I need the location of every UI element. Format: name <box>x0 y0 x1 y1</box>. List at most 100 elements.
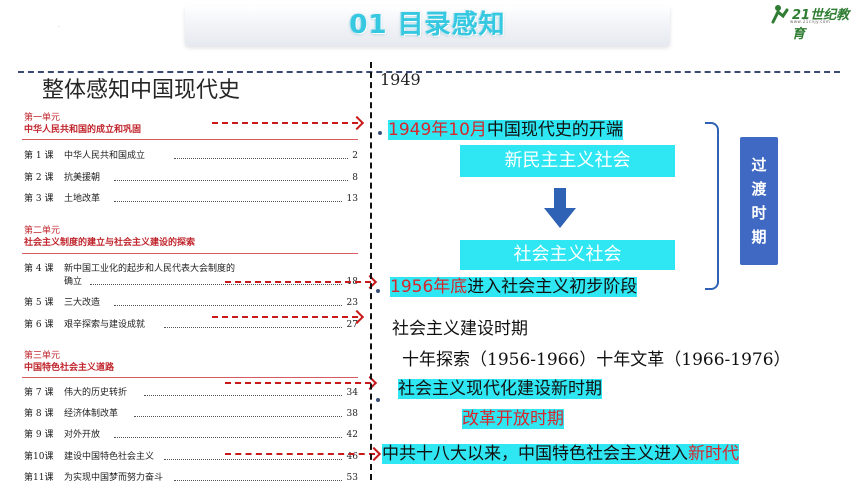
toc-lesson-1: 第 1 课 中华人民共和国成立 2 <box>24 150 358 162</box>
lesson-title: 为实现中国梦而努力奋斗 <box>64 473 164 483</box>
new-era-text: 中共十八大以来，中国特色社会主义进入 <box>382 444 688 464</box>
leader-dots <box>174 480 342 481</box>
toc-lesson-3: 第 3 课 土地改革 13 <box>24 193 358 205</box>
timeline-node <box>378 131 382 135</box>
section-title: 01 目录感知 <box>349 10 506 40</box>
lesson-title: 新中国工业化的起步和人民代表大会制度的 <box>64 264 236 274</box>
construction-period: 社会主义建设时期 <box>392 319 528 339</box>
leader-dots <box>114 201 342 202</box>
transition-bracket <box>705 122 719 290</box>
new-era: 中共十八大以来，中国特色社会主义进入新时代 <box>382 442 739 466</box>
toc-lesson-4: 第 4 课 新中国工业化的起步和人民代表大会制度的 <box>24 263 358 275</box>
toc-title: 整体感知中国现代史 <box>42 78 241 103</box>
period-char: 过 <box>751 156 767 174</box>
leader-dots <box>114 305 342 306</box>
arrowhead-icon <box>349 115 365 131</box>
transition-period-box: 过 渡 时 期 <box>740 137 778 265</box>
new-era-highlight: 新时代 <box>688 444 739 464</box>
leader-dots <box>144 395 342 396</box>
connector-arrow-4 <box>225 375 378 391</box>
unit-name: 中国特色社会主义道路 <box>24 363 115 373</box>
unit-2-heading: 第二单元 社会主义制度的建立与社会主义建设的探索 <box>24 225 195 249</box>
lesson-page: 8 <box>352 173 358 183</box>
toc-lesson-8: 第 8 课 经济体制改革 38 <box>24 408 358 420</box>
lesson-title: 土地改革 <box>64 194 101 204</box>
leader-dots <box>114 437 342 438</box>
unit-label: 第一单元 <box>24 113 61 123</box>
unit-3-heading: 第三单元 中国特色社会主义道路 <box>24 350 114 374</box>
lesson-number: 第 6 课 <box>24 320 54 330</box>
lesson-number: 第 8 课 <box>24 409 54 419</box>
leader-dots <box>90 284 342 285</box>
socialist-society-box: 社会主义社会 <box>460 240 675 270</box>
unit-1-heading: 第一单元 中华人民共和国的成立和巩固 <box>24 112 141 136</box>
lesson-title-cont: 确立 <box>64 277 83 287</box>
lesson-number: 第 9 课 <box>24 430 54 440</box>
lesson-page: 2 <box>352 151 358 161</box>
unit-label: 第三单元 <box>24 351 61 361</box>
lesson-number: 第 2 课 <box>24 173 54 183</box>
period-char: 时 <box>751 204 767 222</box>
modernization-text: 社会主义现代化建设新时期 <box>398 379 602 399</box>
toc-lesson-11: 第11课 为实现中国梦而努力奋斗 53 <box>24 472 358 484</box>
unit-name: 社会主义制度的建立与社会主义建设的探索 <box>24 238 196 248</box>
lesson-page: 34 <box>346 388 358 398</box>
lesson-number: 第 5 课 <box>24 298 54 308</box>
lesson-title: 中华人民共和国成立 <box>64 151 146 161</box>
unit-divider <box>22 139 358 140</box>
lesson-number: 第10课 <box>24 452 54 462</box>
lesson-title: 抗美援朝 <box>64 173 101 183</box>
lesson-page: 13 <box>346 194 358 204</box>
reform-period: 改革开放时期 <box>462 407 564 431</box>
lesson-number: 第 3 课 <box>24 194 54 204</box>
decorative-dot: . <box>58 22 60 29</box>
lesson-page: 53 <box>346 473 358 483</box>
lesson-title: 伟大的历史转折 <box>64 388 128 398</box>
connector-arrow-2 <box>225 274 378 290</box>
lesson-page: 23 <box>346 298 358 308</box>
unit-label: 第二单元 <box>24 226 61 236</box>
toc-lesson-7: 第 7 课 伟大的历史转折 34 <box>24 387 358 399</box>
timeline-axis <box>370 62 372 480</box>
modernization-period: 社会主义现代化建设新时期 <box>398 377 602 401</box>
timeline-node <box>376 398 380 402</box>
toc-lesson-2: 第 2 课 抗美援朝 8 <box>24 172 358 184</box>
event-date: 1956年底 <box>390 277 468 297</box>
lesson-page: 42 <box>346 430 358 440</box>
connector-arrow-3 <box>212 309 365 325</box>
lesson-number: 第 4 课 <box>24 264 54 274</box>
logo-subtext: www.21cnjy.com <box>790 19 831 24</box>
unit-divider <box>22 253 358 254</box>
lesson-title: 经济体制改革 <box>64 409 119 419</box>
decades-text: 十年探索（1956-1966）十年文革（1966-1976） <box>402 350 791 370</box>
event-date: 1949年10月 <box>388 120 487 140</box>
timeline-start-year: 1949 <box>380 70 421 89</box>
lesson-title: 三大改造 <box>64 298 101 308</box>
lesson-page: 38 <box>346 409 358 419</box>
down-arrow-icon <box>544 188 576 228</box>
connector-arrow-1 <box>212 115 365 131</box>
lesson-number: 第 7 课 <box>24 388 54 398</box>
lesson-title: 艰辛探索与建设成就 <box>64 320 146 330</box>
leader-dots <box>164 327 342 328</box>
lesson-title: 对外开放 <box>64 430 101 440</box>
event-1949: 1949年10月中国现代史的开端 <box>388 118 623 142</box>
connector-arrow-5 <box>225 446 382 462</box>
event-1956: 1956年底进入社会主义初步阶段 <box>390 275 638 299</box>
new-democracy-box: 新民主主义社会 <box>460 145 675 177</box>
leader-dots <box>164 459 342 460</box>
leader-dots <box>174 158 348 159</box>
leader-dots <box>134 416 342 417</box>
lesson-number: 第11课 <box>24 473 54 483</box>
period-char: 期 <box>751 228 767 246</box>
leader-dots <box>114 180 348 181</box>
lesson-title: 建设中国特色社会主义 <box>64 452 155 462</box>
toc-lesson-5: 第 5 课 三大改造 23 <box>24 297 358 309</box>
toc-lesson-9: 第 9 课 对外开放 42 <box>24 429 358 441</box>
toc-lesson-6: 第 6 课 艰辛探索与建设成就 27 <box>24 319 358 331</box>
unit-divider <box>22 377 358 378</box>
period-char: 渡 <box>751 180 767 198</box>
timeline-node <box>376 289 380 293</box>
event-text: 进入社会主义初步阶段 <box>467 277 638 297</box>
event-text: 中国现代史的开端 <box>486 120 623 140</box>
